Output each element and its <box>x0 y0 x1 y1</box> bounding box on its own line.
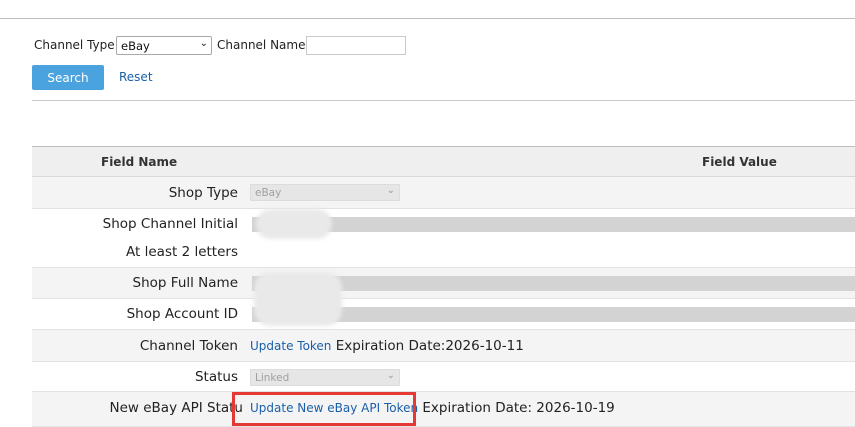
shop-channel-initial-label: Shop Channel Initial <box>102 216 238 232</box>
status-select: Linked ⌄ <box>250 369 400 386</box>
channel-name-label: Channel Name <box>217 38 306 52</box>
shop-type-value: eBay <box>255 187 282 199</box>
channel-token-expiration: Expiration Date:2026-10-11 <box>335 338 524 354</box>
channel-type-value: eBay <box>121 39 150 53</box>
header-field-name: Field Name <box>101 155 178 169</box>
table-row-shop-full-name: Shop Full Name <box>32 268 855 299</box>
redacted-value <box>252 276 855 291</box>
new-ebay-api-expiration: Expiration Date: 2026-10-19 <box>422 400 615 416</box>
redaction-blur <box>254 272 342 326</box>
chevron-down-icon: ⌄ <box>386 185 395 196</box>
search-button[interactable]: Search <box>32 65 104 90</box>
table-row-shop-type: Shop Type eBay ⌄ <box>32 177 855 209</box>
table-row-new-ebay-api: New eBay API Statu Update New eBay API T… <box>32 392 855 427</box>
shop-full-name-label: Shop Full Name <box>132 275 238 291</box>
status-value: Linked <box>255 372 290 384</box>
redaction-blur <box>256 209 332 239</box>
shop-channel-initial-hint: At least 2 letters <box>126 244 238 260</box>
status-label: Status <box>194 369 238 385</box>
table-row-status: Status Linked ⌄ <box>32 362 855 392</box>
shop-account-id-label: Shop Account ID <box>126 306 238 322</box>
new-ebay-api-label: New eBay API Statu <box>109 400 244 416</box>
chevron-down-icon: ⌄ <box>386 370 395 381</box>
shop-type-label: Shop Type <box>168 185 238 201</box>
header-field-value: Field Value <box>702 155 777 169</box>
table-header: Field Name Field Value <box>32 146 855 177</box>
channel-type-select[interactable]: eBay ⌄ <box>116 36 212 55</box>
section-divider <box>32 100 855 101</box>
channel-name-input[interactable] <box>306 36 406 55</box>
top-divider <box>0 18 855 19</box>
redacted-value <box>252 307 855 322</box>
channel-token-label: Channel Token <box>139 338 238 354</box>
update-token-link[interactable]: Update Token <box>250 339 331 353</box>
redacted-value <box>252 217 855 232</box>
table-row-shop-channel-initial: Shop Channel Initial At least 2 letters <box>32 209 855 268</box>
shop-type-select: eBay ⌄ <box>250 184 400 201</box>
reset-link[interactable]: Reset <box>119 70 153 84</box>
table-row-channel-token: Channel Token Update Token Expiration Da… <box>32 330 855 362</box>
table-row-shop-account-id: Shop Account ID <box>32 299 855 330</box>
chevron-down-icon: ⌄ <box>199 38 208 49</box>
highlight-box <box>232 392 416 426</box>
channel-type-label: Channel Type <box>34 38 115 52</box>
